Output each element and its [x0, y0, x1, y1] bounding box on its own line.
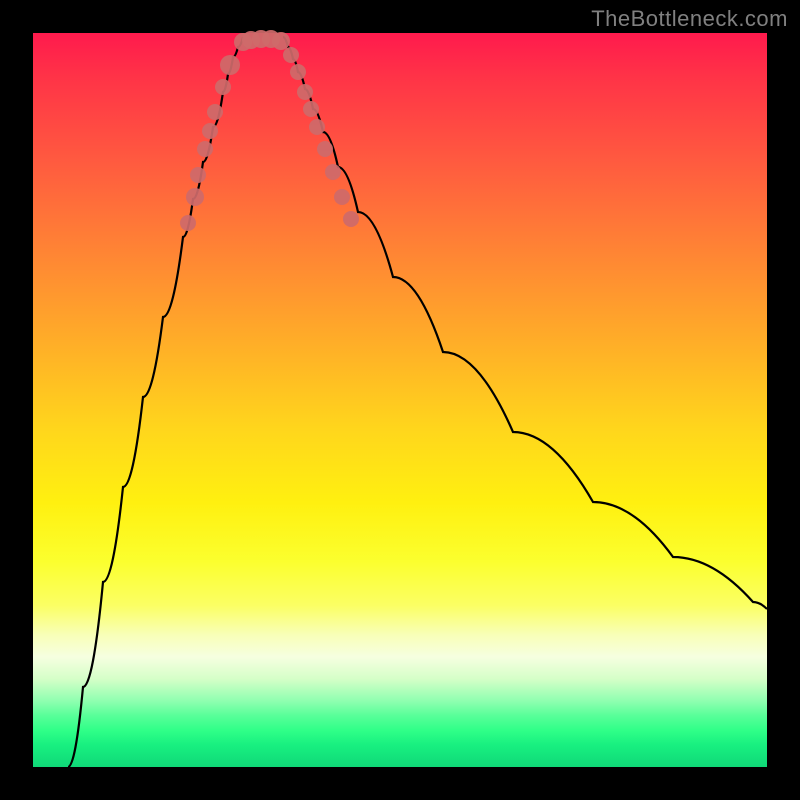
data-marker — [334, 189, 350, 205]
data-marker — [343, 211, 359, 227]
data-marker — [186, 188, 204, 206]
data-marker — [290, 64, 306, 80]
data-marker — [180, 215, 196, 231]
curve-right — [283, 37, 767, 609]
data-marker — [325, 164, 341, 180]
data-marker — [317, 141, 333, 157]
chart-plot-area — [33, 33, 767, 767]
marker-group — [180, 30, 359, 231]
data-marker — [202, 123, 218, 139]
data-marker — [303, 101, 319, 117]
data-marker — [309, 119, 325, 135]
data-marker — [207, 104, 223, 120]
data-marker — [220, 55, 240, 75]
data-marker — [197, 141, 213, 157]
data-marker — [283, 47, 299, 63]
watermark-text: TheBottleneck.com — [591, 6, 788, 32]
data-marker — [272, 32, 290, 50]
data-marker — [190, 167, 206, 183]
data-marker — [297, 84, 313, 100]
chart-svg — [33, 33, 767, 767]
curve-left — [68, 37, 243, 767]
data-marker — [215, 79, 231, 95]
